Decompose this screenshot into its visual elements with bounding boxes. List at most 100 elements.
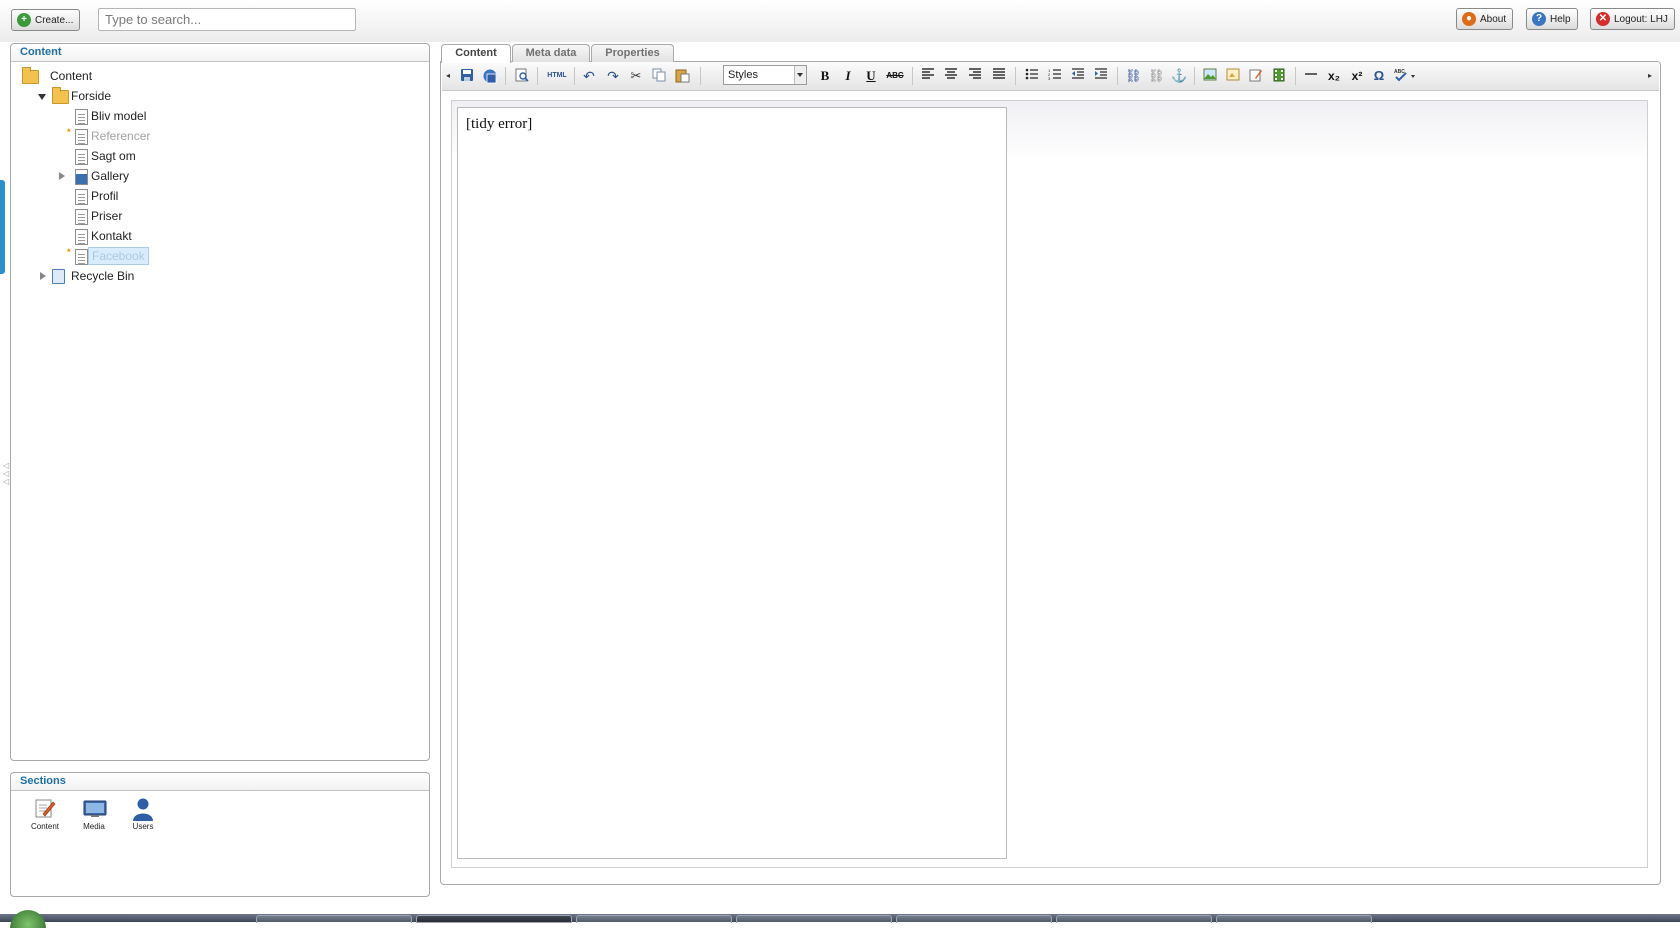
svg-text:3: 3 <box>1048 76 1051 80</box>
user-icon <box>132 797 154 821</box>
start-button[interactable] <box>10 910 46 928</box>
expand-arrow-icon[interactable] <box>40 272 46 280</box>
tree-item-label: Gallery <box>91 169 130 183</box>
document-icon <box>75 129 88 145</box>
sections-panel: Sections Content Media Users <box>10 772 430 897</box>
tree-item-label: Recycle Bin <box>71 269 135 283</box>
special-character-icon[interactable]: Ω <box>1371 68 1387 84</box>
insert-macro-icon[interactable] <box>1271 68 1287 84</box>
sections-panel-title: Sections <box>11 773 429 791</box>
tree-item-recycle-bin[interactable]: Recycle Bin <box>21 266 137 286</box>
section-label: Content <box>30 822 60 831</box>
tree-item-forside[interactable]: Forside <box>21 86 114 106</box>
tab-properties[interactable]: Properties <box>591 44 674 62</box>
align-left-icon[interactable] <box>920 68 936 84</box>
section-label: Users <box>132 822 154 831</box>
bullet-list-icon[interactable] <box>1024 68 1040 84</box>
indent-icon[interactable] <box>1093 68 1109 84</box>
toolbar-collapse-left-icon[interactable]: ◂ <box>444 68 452 84</box>
link-icon[interactable]: ⛓ <box>1125 68 1142 84</box>
styles-dropdown[interactable]: Styles <box>723 65 807 85</box>
about-button-label: About <box>1480 13 1507 25</box>
editor-content-area[interactable]: [tidy error] <box>457 107 1007 859</box>
logout-button[interactable]: ✕ Logout: LHJ <box>1590 8 1675 30</box>
tree-item-sagt-om[interactable]: Sagt om <box>21 146 139 166</box>
help-button[interactable]: ? Help <box>1526 8 1578 30</box>
anchor-icon[interactable]: ⚓ <box>1171 68 1187 84</box>
tree-item-referencer[interactable]: * Referencer <box>21 126 153 146</box>
toolbar-separator <box>1295 67 1296 85</box>
underline-button[interactable]: U <box>863 68 879 84</box>
align-right-icon[interactable] <box>967 68 983 84</box>
monitor-icon <box>83 797 107 819</box>
help-icon: ? <box>1532 12 1546 26</box>
unpublished-star-icon: * <box>67 247 71 257</box>
tree-item-kontakt[interactable]: Kontakt <box>21 226 135 246</box>
create-button[interactable]: + Create... <box>11 9 81 31</box>
tree-item-gallery[interactable]: Gallery <box>21 166 132 186</box>
align-justify-icon[interactable] <box>991 68 1007 84</box>
italic-button[interactable]: I <box>840 68 856 84</box>
strikethrough-button[interactable]: ABC <box>885 68 905 84</box>
section-media[interactable]: Media <box>74 797 114 831</box>
insert-form-icon[interactable] <box>1248 68 1264 84</box>
tree-item-label: Kontakt <box>91 229 132 243</box>
tree-item-label: Priser <box>91 209 123 223</box>
bold-button[interactable]: B <box>817 68 833 84</box>
section-content[interactable]: Content <box>25 797 65 831</box>
tab-meta-data[interactable]: Meta data <box>512 44 590 62</box>
tree-item-bliv-model[interactable]: Bliv model <box>21 106 149 126</box>
copy-icon[interactable] <box>651 68 667 84</box>
toolbar-separator <box>700 67 701 85</box>
toolbar-separator <box>912 67 913 85</box>
save-publish-icon[interactable] <box>482 68 498 84</box>
tree-item-label: Sagt om <box>91 149 136 163</box>
logout-button-label: Logout: LHJ <box>1614 13 1668 25</box>
logout-icon: ✕ <box>1596 12 1610 26</box>
unlink-icon[interactable]: ⛓ <box>1148 68 1165 84</box>
search-input[interactable] <box>98 8 356 31</box>
horizontal-rule-icon[interactable] <box>1303 68 1319 84</box>
undo-icon[interactable]: ↶ <box>581 68 597 84</box>
tree-item-content[interactable]: Content <box>21 66 95 86</box>
insert-media-icon[interactable] <box>1225 68 1241 84</box>
gallery-icon <box>75 169 88 185</box>
panel-resize-grip[interactable]: ◁ ◁ ◁ <box>3 462 9 486</box>
tree-item-priser[interactable]: Priser <box>21 206 125 226</box>
tree-item-facebook[interactable]: * Facebook <box>21 246 149 266</box>
insert-image-icon[interactable] <box>1202 68 1218 84</box>
section-users[interactable]: Users <box>123 797 163 831</box>
save-icon[interactable] <box>459 68 475 84</box>
editor-text[interactable]: [tidy error] <box>466 116 532 133</box>
side-panel-tab[interactable] <box>0 180 5 274</box>
tab-label: Content <box>455 47 497 59</box>
outdent-icon[interactable] <box>1070 68 1086 84</box>
about-button[interactable]: ● About <box>1456 8 1514 30</box>
superscript-icon[interactable]: x² <box>1349 68 1365 84</box>
redo-icon[interactable]: ↷ <box>605 68 621 84</box>
styles-dropdown-value: Styles <box>728 69 758 81</box>
content-tree-panel: Content Content Forside Bliv model * Ref… <box>10 43 430 761</box>
document-icon <box>75 149 88 165</box>
toolbar-expand-right-icon[interactable]: ▸ <box>1646 68 1654 84</box>
tab-content[interactable]: Content <box>441 44 511 63</box>
expand-arrow-icon[interactable] <box>59 172 65 180</box>
expand-arrow-icon[interactable] <box>38 94 46 100</box>
paste-icon[interactable] <box>674 68 690 84</box>
subscript-icon[interactable]: x₂ <box>1326 68 1342 84</box>
toolbar-separator <box>1194 67 1195 85</box>
top-bar: + Create... ● About ? Help ✕ Logout: LHJ <box>0 0 1680 42</box>
cut-icon[interactable]: ✂ <box>628 68 644 84</box>
create-button-label: Create... <box>35 14 74 26</box>
preview-icon[interactable] <box>514 68 530 84</box>
tab-label: Meta data <box>525 47 577 59</box>
plus-icon: + <box>17 13 31 27</box>
document-icon <box>75 109 88 125</box>
toolbar-separator <box>1117 67 1118 85</box>
align-center-icon[interactable] <box>943 68 959 84</box>
html-source-button[interactable]: HTML <box>546 68 568 84</box>
tree-item-label: Forside <box>71 89 112 103</box>
spellcheck-icon[interactable]: ABC <box>1393 68 1417 84</box>
numbered-list-icon[interactable]: 123 <box>1047 68 1063 84</box>
tree-item-profil[interactable]: Profil <box>21 186 121 206</box>
